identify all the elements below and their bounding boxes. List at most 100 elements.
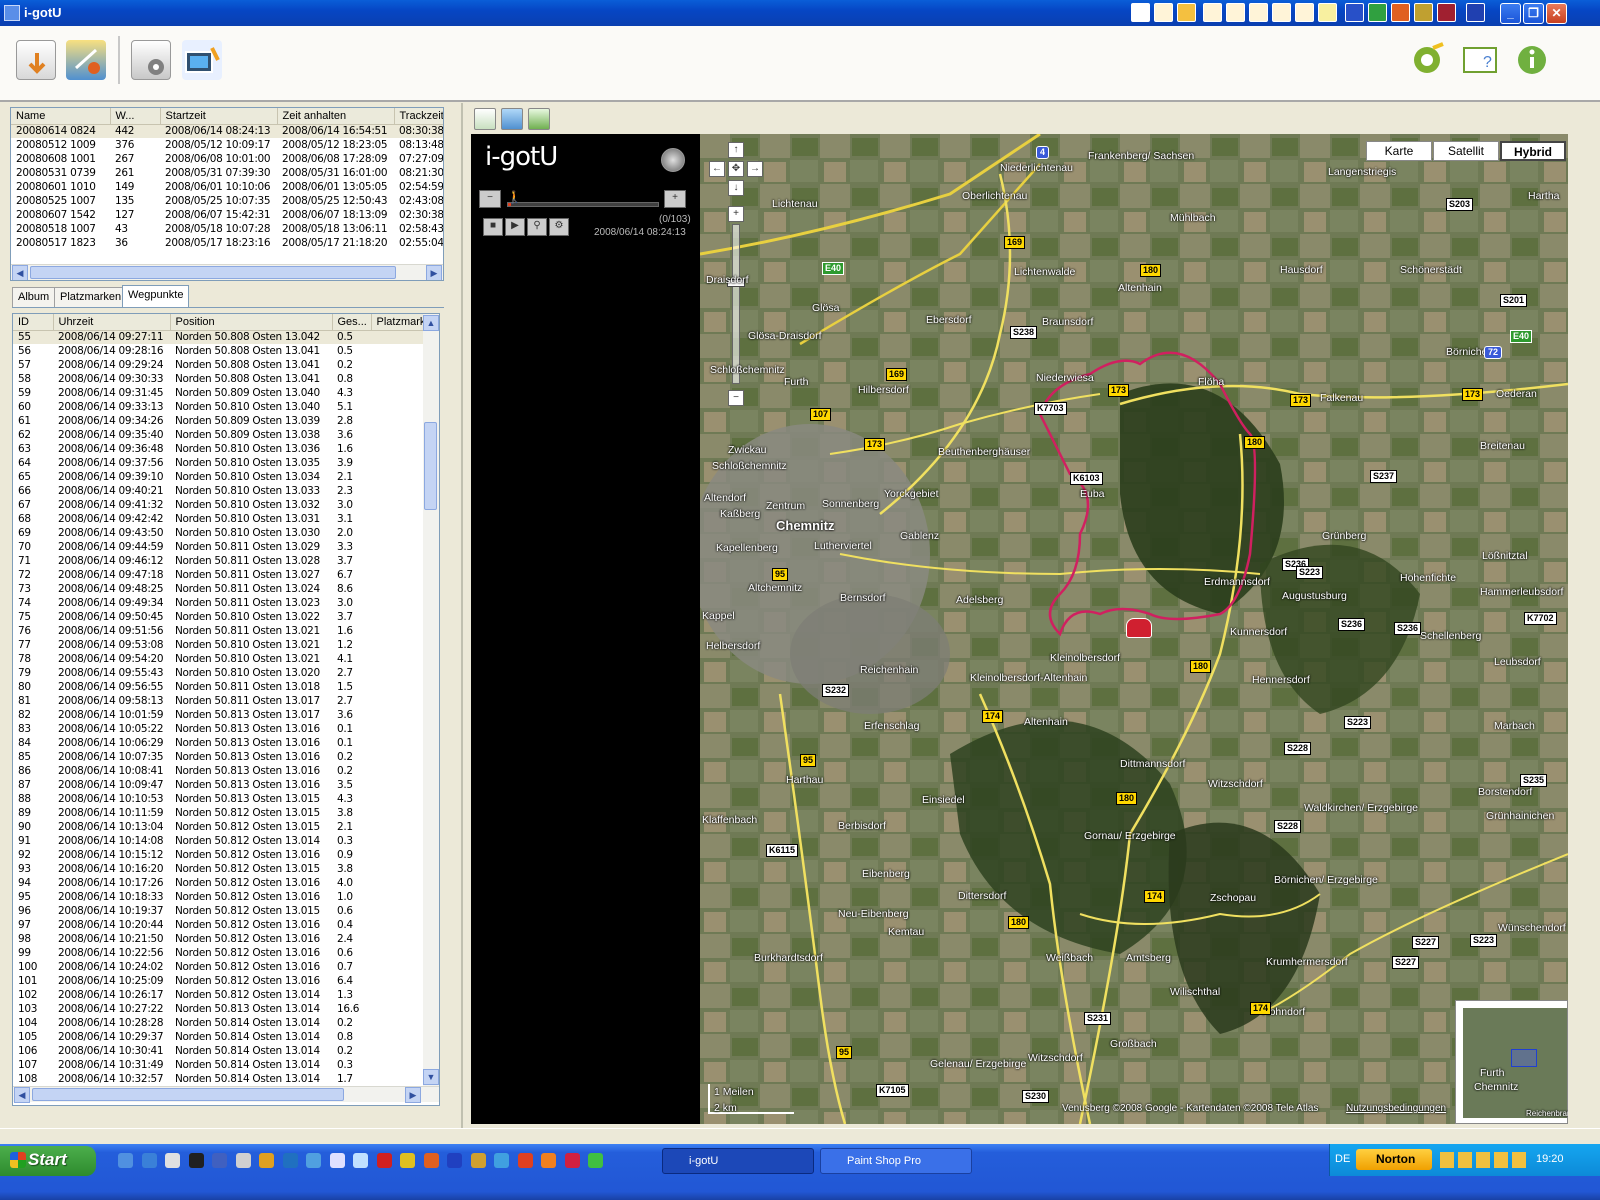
pan-right-icon[interactable]: →	[747, 161, 763, 177]
waypoint-row[interactable]: 67 2008/06/14 09:41:32 Norden 50.810 Osten…	[13, 498, 423, 512]
car-view-icon[interactable]	[528, 108, 550, 130]
access-icon[interactable]	[1437, 3, 1456, 22]
scroll-down-icon[interactable]: ▼	[423, 1069, 439, 1085]
waypoint-row[interactable]: 74 2008/06/14 09:49:34 Norden 50.811 Osten…	[13, 596, 423, 610]
waypoint-row[interactable]: 56 2008/06/14 09:28:16 Norden 50.808 Osten…	[13, 344, 423, 358]
window-icon[interactable]	[1226, 3, 1245, 22]
overview-viewport[interactable]	[1511, 1049, 1537, 1067]
tracks-column-header[interactable]: Name	[11, 108, 111, 125]
zoom-in-icon[interactable]: +	[728, 206, 744, 222]
mail-icon[interactable]	[1203, 3, 1222, 22]
waypoints-column-header[interactable]: Platzmark	[371, 314, 423, 331]
speed-mode-icon[interactable]: ⚙	[549, 218, 569, 236]
photo-tagging-icon[interactable]	[182, 40, 222, 80]
map-type-hybrid[interactable]: Hybrid	[1500, 141, 1566, 161]
download-icon[interactable]	[16, 40, 56, 80]
scroll-right-icon[interactable]: ▶	[405, 1087, 421, 1103]
car-position-icon[interactable]	[1126, 618, 1152, 638]
waypoint-row[interactable]: 58 2008/06/14 09:30:33 Norden 50.808 Osten…	[13, 372, 423, 386]
quicklaunch-icon[interactable]	[235, 1153, 251, 1168]
map-type-satellit[interactable]: Satellit	[1433, 141, 1499, 161]
taskbar-item-igotu[interactable]: i-gotU	[662, 1148, 814, 1174]
quicklaunch-icon[interactable]	[329, 1153, 345, 1168]
quicklaunch-icon[interactable]	[376, 1153, 392, 1168]
waypoint-row[interactable]: 85 2008/06/14 10:07:35 Norden 50.813 Osten…	[13, 750, 423, 764]
waypoint-row[interactable]: 79 2008/06/14 09:55:43 Norden 50.810 Osten…	[13, 666, 423, 680]
calendar-icon[interactable]	[1249, 3, 1268, 22]
waypoint-row[interactable]: 82 2008/06/14 10:01:59 Norden 50.813 Osten…	[13, 708, 423, 722]
quicklaunch-icon[interactable]	[188, 1153, 204, 1168]
track-row[interactable]: 20080518 1007 43 2008/05/18 10:07:28 2008/0…	[11, 222, 443, 236]
track-row[interactable]: 20080614 0824 442 2008/06/14 08:24:13 2008/…	[11, 124, 443, 138]
waypoint-row[interactable]: 57 2008/06/14 09:29:24 Norden 50.808 Osten…	[13, 358, 423, 372]
waypoints-column-header[interactable]: ID	[13, 314, 54, 331]
waypoint-row[interactable]: 70 2008/06/14 09:44:59 Norden 50.811 Osten…	[13, 540, 423, 554]
quicklaunch-icon[interactable]	[470, 1153, 486, 1168]
contacts-icon[interactable]	[1295, 3, 1314, 22]
quicklaunch-icon[interactable]	[494, 1153, 509, 1168]
photo-view-icon[interactable]	[501, 108, 523, 130]
pan-down-icon[interactable]: ↓	[728, 180, 744, 196]
waypoint-row[interactable]: 86 2008/06/14 10:08:41 Norden 50.813 Osten…	[13, 764, 423, 778]
waypoints-hscroll-thumb[interactable]	[32, 1088, 344, 1101]
waypoint-row[interactable]: 102 2008/06/14 10:26:17 Norden 50.812 Oste…	[13, 988, 423, 1002]
settings-gear-icon[interactable]	[1407, 40, 1447, 80]
quicklaunch-icon[interactable]	[564, 1153, 580, 1168]
waypoint-row[interactable]: 99 2008/06/14 10:22:56 Norden 50.812 Osten…	[13, 946, 423, 960]
waypoint-row[interactable]: 87 2008/06/14 10:09:47 Norden 50.813 Osten…	[13, 778, 423, 792]
waypoint-row[interactable]: 101 2008/06/14 10:25:09 Norden 50.812 Oste…	[13, 974, 423, 988]
tracks-scroll-thumb[interactable]	[30, 266, 396, 279]
waypoint-row[interactable]: 62 2008/06/14 09:35:40 Norden 50.809 Osten…	[13, 428, 423, 442]
scroll-right-icon[interactable]: ▶	[426, 265, 442, 280]
waypoints-hscrollbar[interactable]: ◀ ▶	[13, 1086, 439, 1103]
quicklaunch-icon[interactable]	[259, 1153, 274, 1168]
waypoint-row[interactable]: 65 2008/06/14 09:39:10 Norden 50.810 Osten…	[13, 470, 423, 484]
quicklaunch-icon[interactable]	[541, 1153, 556, 1168]
waypoint-row[interactable]: 75 2008/06/14 09:50:45 Norden 50.810 Osten…	[13, 610, 423, 624]
waypoint-row[interactable]: 72 2008/06/14 09:47:18 Norden 50.811 Osten…	[13, 568, 423, 582]
quicklaunch-icon[interactable]	[400, 1153, 415, 1168]
waypoint-row[interactable]: 100 2008/06/14 10:24:02 Norden 50.812 Oste…	[13, 960, 423, 974]
playback-slider[interactable]	[507, 202, 659, 207]
waypoint-row[interactable]: 69 2008/06/14 09:43:50 Norden 50.810 Osten…	[13, 526, 423, 540]
waypoint-row[interactable]: 84 2008/06/14 10:06:29 Norden 50.813 Osten…	[13, 736, 423, 750]
quicklaunch-icon[interactable]	[588, 1153, 603, 1168]
waypoint-row[interactable]: 95 2008/06/14 10:18:33 Norden 50.812 Osten…	[13, 890, 423, 904]
zoom-out-player-icon[interactable]: −	[479, 190, 501, 208]
terms-link[interactable]: Nutzungsbedingungen	[1346, 1103, 1446, 1114]
quicklaunch-icon[interactable]	[282, 1153, 298, 1168]
quicklaunch-icon[interactable]	[141, 1153, 157, 1168]
excel-icon[interactable]	[1368, 3, 1387, 22]
waypoints-scroll-thumb[interactable]	[424, 422, 437, 510]
track-row[interactable]: 20080525 1007 135 2008/05/25 10:07:35 2008/…	[11, 194, 443, 208]
track-row[interactable]: 20080601 1010 149 2008/06/01 10:10:06 2008/…	[11, 180, 443, 194]
waypoint-row[interactable]: 107 2008/06/14 10:31:49 Norden 50.814 Oste…	[13, 1058, 423, 1072]
walker-icon[interactable]: 🚶	[507, 190, 522, 204]
tab-platzmarken[interactable]: Platzmarken	[54, 287, 128, 307]
waypoint-row[interactable]: 68 2008/06/14 09:42:42 Norden 50.810 Osten…	[13, 512, 423, 526]
track-row[interactable]: 20080608 1001 267 2008/06/08 10:01:00 2008/…	[11, 152, 443, 166]
play-icon[interactable]: ▶	[505, 218, 525, 236]
waypoint-row[interactable]: 92 2008/06/14 10:15:12 Norden 50.812 Osten…	[13, 848, 423, 862]
waypoints-column-header[interactable]: Uhrzeit	[53, 314, 171, 331]
track-row[interactable]: 20080607 1542 127 2008/06/07 15:42:31 2008/…	[11, 208, 443, 222]
waypoint-row[interactable]: 80 2008/06/14 09:56:55 Norden 50.811 Osten…	[13, 680, 423, 694]
waypoint-row[interactable]: 63 2008/06/14 09:36:48 Norden 50.810 Osten…	[13, 442, 423, 456]
visio-icon[interactable]	[1466, 3, 1485, 22]
language-indicator[interactable]: DE	[1335, 1153, 1350, 1165]
waypoint-row[interactable]: 73 2008/06/14 09:48:25 Norden 50.811 Osten…	[13, 582, 423, 596]
waypoint-row[interactable]: 66 2008/06/14 09:40:21 Norden 50.810 Osten…	[13, 484, 423, 498]
map-type-karte[interactable]: Karte	[1366, 141, 1432, 161]
journal-icon[interactable]	[1318, 3, 1337, 22]
tray-icons[interactable]	[1440, 1152, 1530, 1168]
scroll-left-icon[interactable]: ◀	[14, 1087, 30, 1103]
waypoint-row[interactable]: 88 2008/06/14 10:10:53 Norden 50.813 Osten…	[13, 792, 423, 806]
waypoint-row[interactable]: 96 2008/06/14 10:19:37 Norden 50.812 Osten…	[13, 904, 423, 918]
quicklaunch-icon[interactable]	[423, 1153, 439, 1168]
pan-center-icon[interactable]: ✥	[728, 161, 744, 177]
scroll-left-icon[interactable]: ◀	[12, 265, 28, 280]
waypoint-row[interactable]: 98 2008/06/14 10:21:50 Norden 50.812 Osten…	[13, 932, 423, 946]
tracks-column-header[interactable]: W...	[110, 108, 161, 125]
waypoint-row[interactable]: 61 2008/06/14 09:34:26 Norden 50.809 Osten…	[13, 414, 423, 428]
quicklaunch-icon[interactable]	[306, 1153, 321, 1168]
